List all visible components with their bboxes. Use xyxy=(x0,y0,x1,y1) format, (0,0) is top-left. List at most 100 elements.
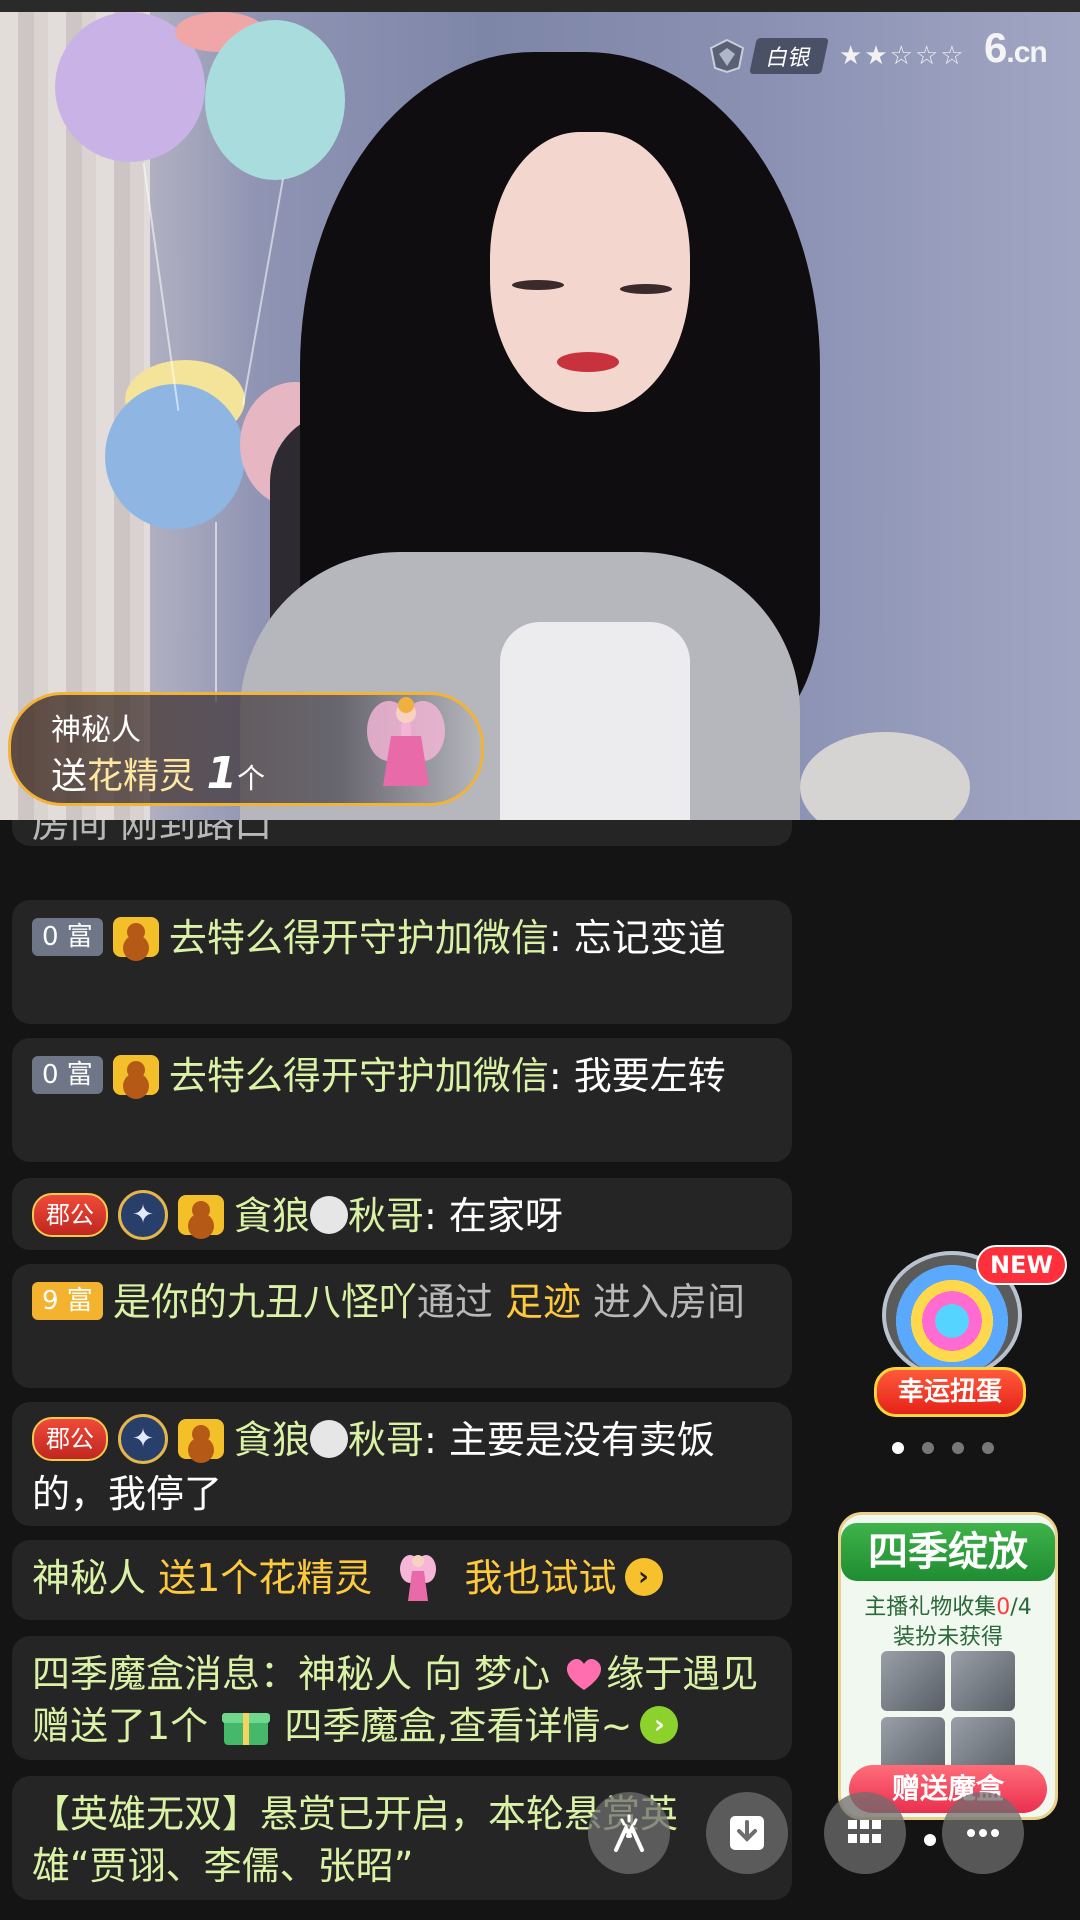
chat-message[interactable]: 郡公 ✦ 貪狼 秋哥: 主要是没有卖饭的，我停了 xyxy=(12,1402,792,1526)
more-icon xyxy=(967,1829,999,1837)
interact-button[interactable] xyxy=(588,1792,670,1874)
chat-via: 通过 xyxy=(416,1280,493,1324)
chat-partial-text: 房间 刚到路口 xyxy=(32,820,273,846)
new-tag: NEW xyxy=(976,1245,1067,1285)
chat-gift-message[interactable]: 神秘人 送1个花精灵 我也试试 › xyxy=(12,1540,792,1620)
season-collect-total: /4 xyxy=(1010,1595,1032,1620)
left-eye xyxy=(512,280,564,290)
chat-message[interactable]: 郡公 ✦ 貪狼 秋哥: 在家呀 xyxy=(12,1178,792,1250)
chat-message-entry[interactable]: 9 富是你的九丑八怪吖通过 足迹 进入房间 xyxy=(12,1264,792,1388)
gift-banner[interactable]: 神秘人 送花精灵 1个 xyxy=(8,692,484,806)
site-logo: 6.cn xyxy=(984,24,1048,72)
chat-username-part: 秋哥 xyxy=(348,1194,425,1238)
season-bloom-card[interactable]: 四季绽放 主播礼物收集0/4 装扮未获得 赠送魔盒 xyxy=(838,1512,1058,1820)
season-thumb xyxy=(881,1651,945,1711)
chat-username-part: 貪狼 xyxy=(234,1418,311,1462)
page-indicator-dot xyxy=(924,1834,936,1846)
fairy-icon xyxy=(400,1554,437,1601)
season-status: 装扮未获得 xyxy=(892,1625,1003,1650)
download-button[interactable] xyxy=(706,1792,788,1874)
chat-gift-text: 送1个花精灵 xyxy=(158,1556,373,1600)
balloon-blue xyxy=(105,384,245,529)
capsule-label: 幸运扭蛋 xyxy=(874,1367,1026,1417)
chat-text: : 在家呀 xyxy=(424,1194,563,1238)
live-video[interactable]: 白银 ★★☆☆☆ 6.cn 神秘人 送花精灵 1个 xyxy=(0,12,1080,820)
season-thumbnails xyxy=(881,1651,1015,1777)
carousel-dot xyxy=(982,1442,994,1454)
chat-username[interactable]: 去特么得开守护加微信 xyxy=(169,916,549,960)
rich-level-badge: 0 富 xyxy=(32,917,103,956)
gift-banner-count: 1 xyxy=(206,748,238,799)
status-bar xyxy=(0,0,1080,12)
chat-message[interactable]: 0 富 去特么得开守护加微信: 忘记变道 xyxy=(12,900,792,1024)
streamer-shirt xyxy=(500,622,690,820)
chat-message[interactable]: 0 富 去特么得开守护加微信: 我要左转 xyxy=(12,1038,792,1162)
gift-banner-gift-name: 花精灵 xyxy=(87,756,196,797)
star-medal-icon: ✦ xyxy=(118,1189,168,1240)
gift-box-icon xyxy=(222,1712,271,1745)
carousel-dot xyxy=(952,1442,964,1454)
chat-username-part: 貪狼 xyxy=(234,1194,311,1238)
user-avatar-icon xyxy=(178,1418,224,1459)
season-collect-prefix: 主播礼物收集 xyxy=(864,1595,997,1620)
chat-username[interactable]: 是你的九丑八怪吖 xyxy=(113,1280,417,1324)
wolf-icon xyxy=(310,1419,349,1458)
anchor-rank-badge[interactable]: 白银 ★★☆☆☆ xyxy=(707,38,966,74)
site-logo-number: 6 xyxy=(984,24,1007,71)
season-collect-progress: 主播礼物收集0/4 xyxy=(841,1589,1055,1621)
system-message-suffix: 四季魔盒,查看详情~ xyxy=(284,1704,633,1748)
chevron-right-icon[interactable]: › xyxy=(640,1705,679,1744)
balloon-string xyxy=(215,522,217,702)
site-logo-suffix: .cn xyxy=(1006,36,1047,69)
gift-banner-line: 送花精灵 1个 xyxy=(51,747,265,799)
gift-banner-unit: 个 xyxy=(237,762,266,795)
chat-text: : 忘记变道 xyxy=(548,916,726,960)
chat-username[interactable]: 去特么得开守护加微信 xyxy=(169,1054,549,1098)
gift-banner-sender: 神秘人 xyxy=(51,713,141,748)
rich-level-badge: 9 富 xyxy=(32,1281,103,1320)
chat-system-message[interactable]: 【英雄无双】悬赏已开启，本轮悬赏英雄“贾诩、李儒、张昭” xyxy=(12,1776,792,1900)
title-badge: 郡公 xyxy=(32,1416,108,1461)
balloon-teal xyxy=(205,20,345,180)
rank-emblem-icon xyxy=(709,38,745,74)
microphone xyxy=(800,732,970,820)
try-it-button[interactable]: 我也试试 xyxy=(464,1556,616,1600)
season-thumb xyxy=(951,1651,1015,1711)
carousel-dot xyxy=(892,1442,904,1454)
chevron-right-icon[interactable]: › xyxy=(624,1557,663,1596)
chat-username[interactable]: 貪狼 秋哥 xyxy=(234,1194,424,1238)
season-collect-have: 0 xyxy=(996,1595,1011,1620)
system-message-prefix: 四季魔盒消息：神秘人 向 梦心 xyxy=(32,1652,551,1696)
lucky-capsule-widget[interactable]: NEW 幸运扭蛋 xyxy=(870,1245,1067,1435)
chat-text: : 我要左转 xyxy=(548,1054,726,1098)
carousel-dot xyxy=(922,1442,934,1454)
chat-system-message[interactable]: 四季魔盒消息：神秘人 向 梦心 缘于遇见 赠送了1个 四季魔盒,查看详情~ › xyxy=(12,1636,792,1760)
chat-entry-source: 足迹 xyxy=(504,1280,581,1324)
system-announcement: 【英雄无双】悬赏已开启，本轮悬赏英雄“贾诩、李儒、张昭” xyxy=(32,1792,679,1888)
chat-entry-action: 进入房间 xyxy=(593,1280,746,1324)
right-eye xyxy=(620,284,672,294)
chat-username[interactable]: 神秘人 xyxy=(32,1556,146,1600)
season-title: 四季绽放 xyxy=(841,1523,1055,1581)
lips xyxy=(557,352,619,372)
title-badge: 郡公 xyxy=(32,1192,108,1237)
grid-icon xyxy=(848,1820,881,1843)
download-icon xyxy=(730,1816,764,1850)
user-avatar-icon xyxy=(112,1054,159,1095)
rich-level-badge: 0 富 xyxy=(32,1055,103,1094)
more-button[interactable] xyxy=(942,1792,1024,1874)
grid-menu-button[interactable] xyxy=(824,1792,906,1874)
carousel-dots xyxy=(892,1442,994,1454)
fairy-icon xyxy=(367,697,445,786)
heart-icon xyxy=(567,1658,602,1690)
chat-username-part: 秋哥 xyxy=(348,1418,425,1462)
rank-label: 白银 xyxy=(749,38,829,74)
chat-username[interactable]: 貪狼 秋哥 xyxy=(234,1418,424,1462)
user-avatar-icon xyxy=(178,1194,224,1235)
wolf-icon xyxy=(310,1195,349,1234)
rank-stars: ★★☆☆☆ xyxy=(839,41,966,71)
star-medal-icon: ✦ xyxy=(118,1413,168,1464)
user-avatar-icon xyxy=(112,916,159,957)
balloon-string xyxy=(242,178,284,406)
gift-banner-prefix: 送 xyxy=(51,756,88,797)
